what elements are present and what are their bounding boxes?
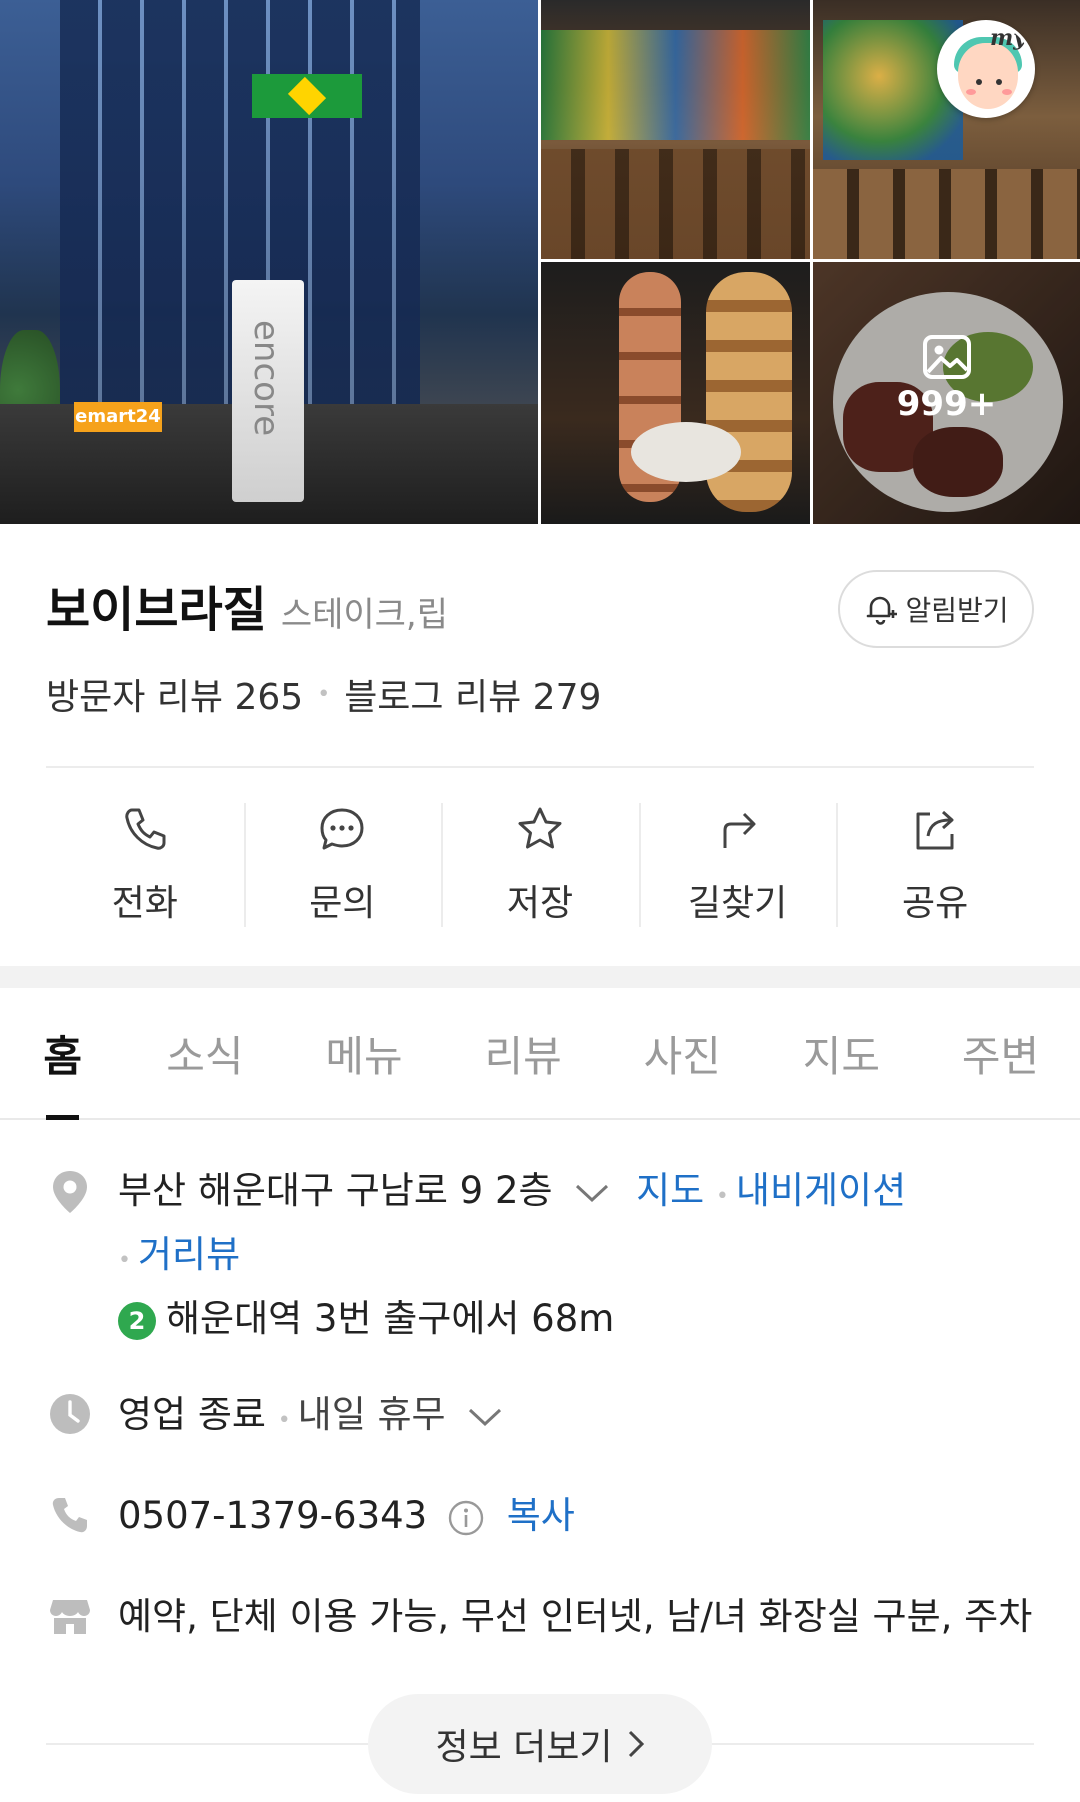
- hours-status: 영업 종료: [118, 1393, 266, 1436]
- image-icon: [922, 335, 971, 379]
- photo-count-text: 999+: [896, 384, 997, 424]
- store-icon: [46, 1592, 94, 1640]
- separator-dot: •: [277, 1408, 298, 1433]
- location-pin-icon: [46, 1168, 94, 1216]
- tables: [541, 149, 810, 259]
- more-info-button[interactable]: 정보 더보기: [368, 1694, 712, 1794]
- avatar-eye: [996, 79, 1002, 85]
- visitor-reviews-link[interactable]: 방문자 리뷰 265: [46, 668, 303, 720]
- photo-count: 999+: [813, 334, 1080, 424]
- separator-dot: •: [118, 1248, 138, 1273]
- chevron-right-icon: [628, 1730, 644, 1758]
- save-button[interactable]: 저장: [441, 795, 639, 935]
- star-icon: [518, 807, 562, 849]
- amenities-text: 예약, 단체 이용 가능, 무선 인터넷, 남/녀 화장실 구분, 주차: [118, 1595, 1033, 1638]
- phone-icon: [125, 808, 166, 850]
- divider: [46, 766, 1034, 768]
- place-title: 보이브라질 스테이크,립: [46, 570, 448, 640]
- phone-icon: [46, 1491, 94, 1539]
- subway-line-badge: 2: [118, 1301, 156, 1340]
- address-text[interactable]: 부산 해운대구 구남로 9 2층: [118, 1169, 553, 1212]
- tab-photos[interactable]: 사진: [603, 988, 762, 1118]
- emart24-sign: emart24: [74, 402, 162, 432]
- blog-reviews-link[interactable]: 블로그 리뷰 279: [344, 668, 601, 720]
- my-badge: my: [989, 25, 1026, 51]
- inquiry-button[interactable]: 문의: [243, 795, 442, 935]
- avatar-eye: [976, 79, 982, 85]
- photo-gallery: emart24 encore 999+: [0, 0, 1080, 524]
- call-button[interactable]: 전화: [46, 795, 244, 935]
- avatar-face: [958, 43, 1018, 109]
- phone-text-block: 0507-1379-6343 복사: [118, 1487, 575, 1545]
- section-gap: [0, 966, 1080, 988]
- more-info-label: 정보 더보기: [435, 1727, 613, 1768]
- separator-dot: •: [317, 681, 331, 707]
- share-icon: [916, 810, 954, 850]
- hours-next: 내일 휴무: [297, 1393, 446, 1436]
- tables: [813, 169, 1080, 259]
- directions-label: 길찾기: [687, 883, 788, 924]
- call-label: 전화: [111, 883, 178, 924]
- brazil-flag: [252, 74, 362, 118]
- alarm-button[interactable]: 알림받기: [838, 570, 1034, 648]
- directions-button[interactable]: 길찾기: [638, 795, 837, 935]
- tab-map[interactable]: 지도: [762, 988, 921, 1118]
- phone-number[interactable]: 0507-1379-6343: [118, 1494, 427, 1537]
- tab-reviews[interactable]: 리뷰: [444, 988, 603, 1118]
- separator-dot: •: [715, 1184, 736, 1209]
- share-button[interactable]: 공유: [836, 795, 1034, 935]
- street-view-link[interactable]: 거리뷰: [138, 1233, 240, 1276]
- encore-sign: encore: [232, 280, 304, 502]
- clock-icon: [46, 1390, 94, 1438]
- hours-text-block[interactable]: 영업 종료 • 내일 휴무: [118, 1386, 503, 1450]
- navigation-link[interactable]: 내비게이션: [736, 1169, 906, 1212]
- photo-skewer[interactable]: [541, 262, 810, 524]
- place-name: 보이브라질: [46, 582, 267, 638]
- info-icon[interactable]: [447, 1499, 485, 1537]
- main-photo-storefront[interactable]: emart24 encore: [0, 0, 538, 524]
- address-text-block: 부산 해운대구 구남로 9 2층 지도 • 내비게이션 • 거리뷰 2 해운대역 …: [118, 1162, 1018, 1348]
- alarm-label: 알림받기: [905, 594, 1009, 627]
- tab-news[interactable]: 소식: [125, 988, 284, 1118]
- chevron-down-icon[interactable]: [467, 1406, 503, 1428]
- tab-bar: 홈 소식 메뉴 리뷰 사진 지도 주변: [0, 988, 1080, 1120]
- action-bar: 전화 문의 저장 길찾기 공유: [46, 795, 1034, 935]
- inquiry-label: 문의: [309, 883, 376, 924]
- avatar-cheek: [966, 89, 976, 95]
- place-category: 스테이크,립: [280, 595, 449, 635]
- encore-sign-text: encore: [246, 320, 286, 437]
- mural: [541, 30, 810, 140]
- tab-home[interactable]: 홈: [0, 988, 125, 1120]
- plate: [631, 422, 741, 482]
- photo-interior-1[interactable]: [541, 0, 810, 259]
- my-profile-avatar[interactable]: my: [937, 20, 1035, 118]
- review-summary: 방문자 리뷰 265 • 블로그 리뷰 279: [46, 668, 601, 720]
- copy-phone-link[interactable]: 복사: [507, 1494, 575, 1537]
- map-link[interactable]: 지도: [636, 1169, 704, 1212]
- save-label: 저장: [506, 883, 574, 924]
- subway-directions-text: 해운대역 3번 출구에서 68m: [166, 1297, 615, 1340]
- chat-icon: [320, 808, 364, 850]
- chevron-down-icon[interactable]: [574, 1182, 610, 1204]
- tab-nearby[interactable]: 주변: [921, 988, 1080, 1118]
- bell-plus-icon: [867, 596, 898, 625]
- directions-icon: [723, 812, 756, 848]
- share-label: 공유: [902, 883, 969, 924]
- photo-more[interactable]: 999+: [813, 262, 1080, 524]
- tab-menu[interactable]: 메뉴: [284, 988, 443, 1118]
- avatar-cheek: [1002, 89, 1012, 95]
